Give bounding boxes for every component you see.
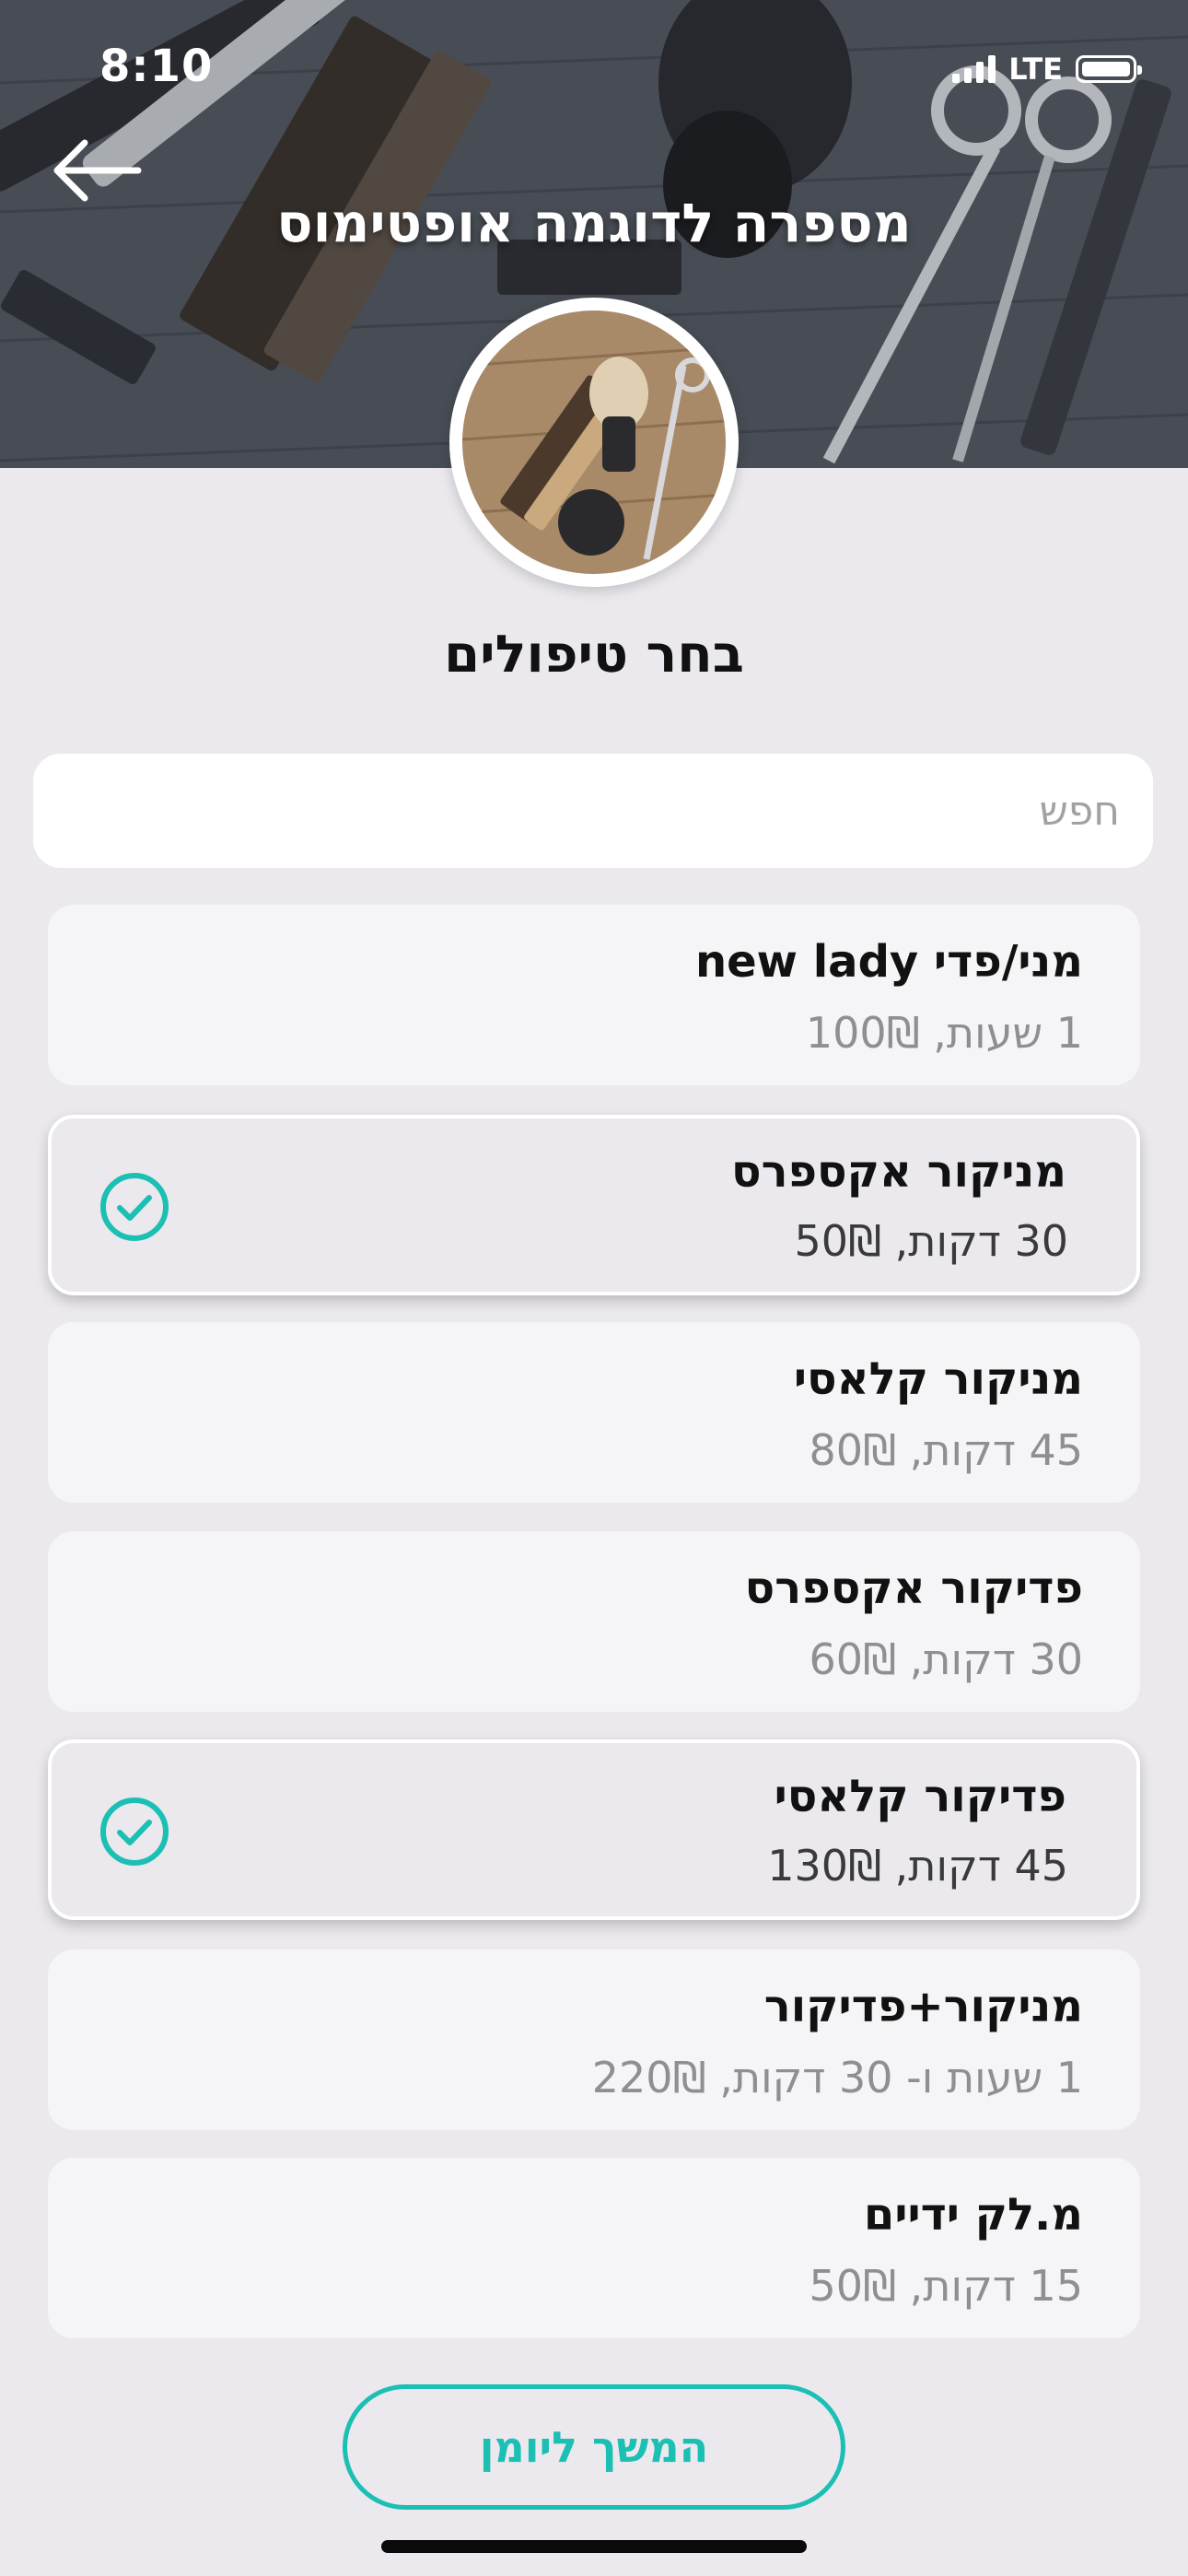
check-circle-icon <box>100 1173 169 1241</box>
signal-icon <box>952 55 996 83</box>
business-avatar <box>449 298 739 587</box>
status-bar: 8:10 LTE <box>0 0 1188 138</box>
service-duration-price: 45 דקות, 80₪ <box>809 1425 1083 1475</box>
search-input[interactable] <box>33 754 1153 868</box>
service-name: מניקור קלאסי <box>793 1353 1083 1405</box>
search-box <box>33 754 1153 868</box>
service-name: מ.לק ידיים <box>863 2189 1083 2241</box>
service-name: פדיקור אקספרס <box>744 1563 1083 1614</box>
service-duration-price: 30 דקות, 50₪ <box>794 1216 1068 1266</box>
page-title: מספרה לדוגמה אופטימוס <box>276 192 912 254</box>
service-duration-price: 45 דקות, 130₪ <box>767 1841 1068 1891</box>
service-duration-price: 30 דקות, 60₪ <box>809 1634 1083 1684</box>
service-name: מני/פדי new lady <box>694 936 1083 988</box>
service-card[interactable]: מניקור+פדיקור 1 שעות ו- 30 דקות, 220₪ <box>48 1950 1140 2130</box>
service-duration-price: 1 שעות ו- 30 דקות, 220₪ <box>591 2053 1083 2102</box>
service-duration-price: 15 דקות, 50₪ <box>809 2261 1083 2311</box>
service-card[interactable]: פדיקור אקספרס 30 דקות, 60₪ <box>48 1531 1140 1712</box>
service-name: מניקור אקספרס <box>730 1146 1066 1198</box>
service-name: פדיקור קלאסי <box>774 1771 1066 1822</box>
service-duration-price: 1 שעות, 100₪ <box>805 1008 1083 1058</box>
network-label: LTE <box>1008 52 1063 87</box>
check-circle-icon <box>100 1797 169 1866</box>
status-indicators: LTE <box>952 52 1142 87</box>
battery-icon <box>1076 55 1142 83</box>
service-card[interactable]: מ.לק ידיים 15 דקות, 50₪ <box>48 2158 1140 2338</box>
service-card[interactable]: מניקור קלאסי 45 דקות, 80₪ <box>48 1322 1140 1503</box>
section-title: בחר טיפולים <box>444 625 744 685</box>
service-card-selected[interactable]: מניקור אקספרס 30 דקות, 50₪ <box>48 1115 1140 1295</box>
service-card[interactable]: מני/פדי new lady 1 שעות, 100₪ <box>48 905 1140 1085</box>
avatar-image <box>462 310 726 574</box>
service-name: מניקור+פדיקור <box>763 1981 1083 2032</box>
continue-to-calendar-button[interactable]: המשך ליומן <box>343 2384 845 2510</box>
home-indicator <box>381 2540 807 2553</box>
status-time: 8:10 <box>99 41 214 92</box>
service-card-selected[interactable]: פדיקור קלאסי 45 דקות, 130₪ <box>48 1739 1140 1920</box>
